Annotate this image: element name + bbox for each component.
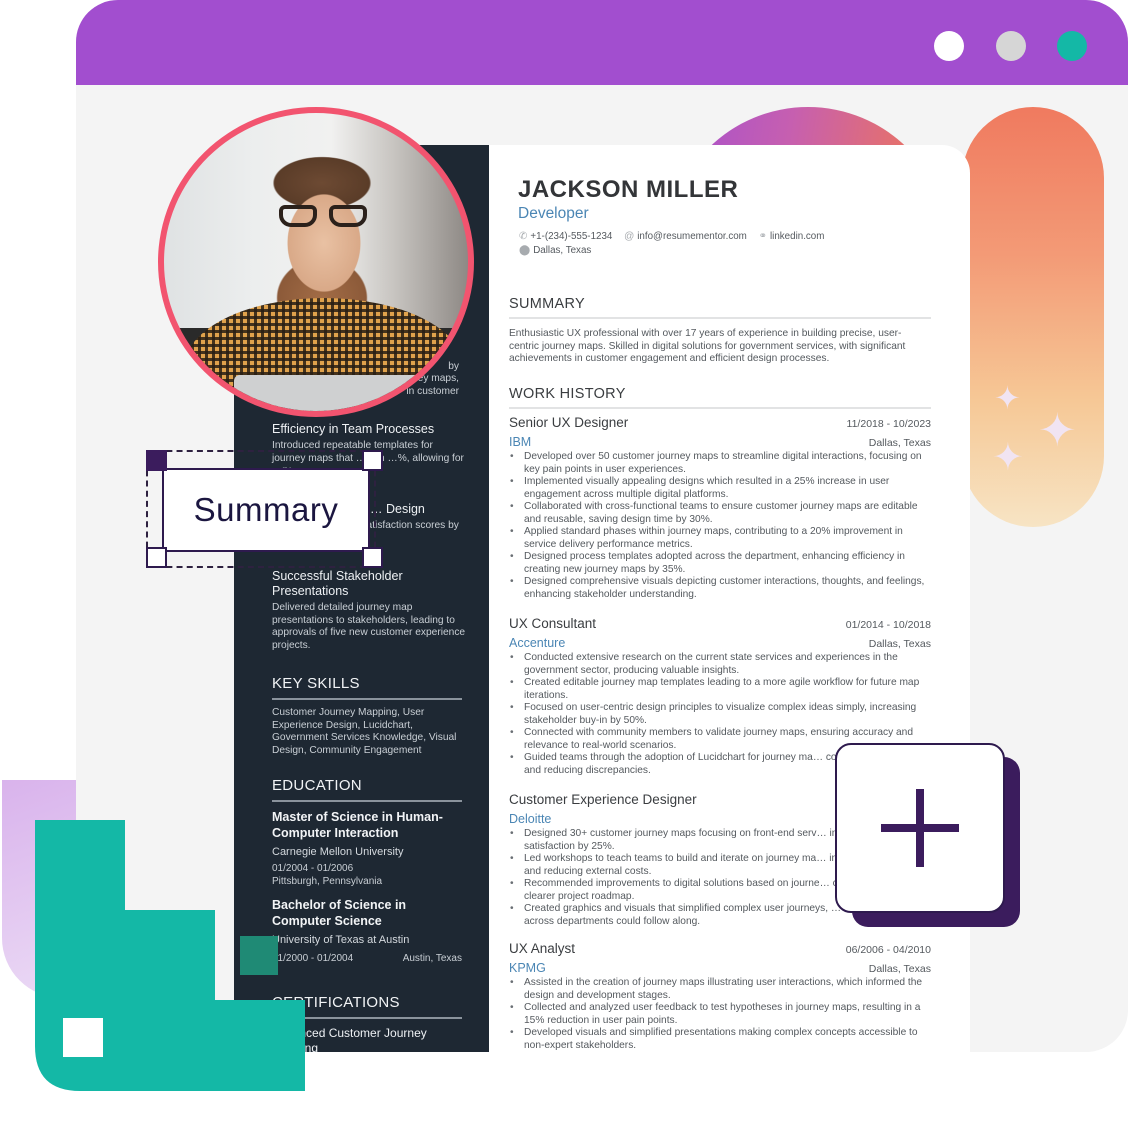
job-location: Dallas, Texas (868, 437, 931, 449)
map-pin-icon: ⬤ (519, 245, 531, 256)
candidate-role: Developer (518, 205, 589, 222)
resize-handle-top-right[interactable] (362, 450, 383, 471)
job-location: Dallas, Texas (868, 638, 931, 650)
job-bullet: Assisted in the creation of journey maps… (510, 977, 931, 1002)
section-heading: SUMMARY (509, 296, 931, 319)
job-bullet: Collaborated with cross-functional teams… (510, 501, 931, 526)
contact-location: Dallas, Texas (533, 245, 592, 256)
job-bullets: Assisted in the creation of journey maps… (509, 977, 931, 1052)
resize-handle-bottom-right[interactable] (362, 547, 383, 568)
company-name: Accenture (509, 636, 566, 650)
job-entry: UX Analyst 06/2006 - 04/2010 KPMG Dallas, T… (509, 941, 931, 1052)
plus-icon (881, 789, 959, 867)
job-bullet: Implemented visually appealing designs w… (510, 476, 931, 501)
sparkle-icon: ✦ (992, 437, 1024, 479)
job-bullet: Designed comprehensive visuals depicting… (510, 576, 931, 601)
window-control-white-dot[interactable] (934, 31, 964, 61)
job-title: UX Analyst (509, 941, 576, 956)
job-title: Senior UX Designer (509, 415, 629, 430)
job-bullet: Collected and analyzed user feedback to … (510, 1002, 931, 1027)
company-name: KPMG (509, 961, 546, 975)
key-skills-section: KEY SKILLS Customer Journey Mapping, Use… (272, 675, 462, 757)
resize-handle-bottom-left[interactable] (146, 547, 167, 568)
window-control-gray-dot[interactable] (996, 31, 1026, 61)
contact-website[interactable]: linkedin.com (770, 231, 824, 242)
job-dates: 11/2018 - 10/2023 (846, 418, 931, 430)
section-tag-label: Summary (193, 491, 339, 528)
key-skills-text: Customer Journey Mapping, User Experienc… (272, 707, 457, 756)
job-bullet: Conducted extensive research on the curr… (510, 652, 931, 677)
job-dates: 06/2006 - 04/2010 (845, 944, 931, 956)
candidate-name: JACKSON MILLER (518, 176, 739, 203)
add-section-button[interactable] (835, 743, 1005, 913)
job-title: UX Consultant (509, 616, 597, 631)
accomplishment-item: Successful Stakeholder Presentations Del… (272, 569, 467, 652)
decorative-teal-square (240, 936, 278, 975)
job-title: Customer Experience Designer (509, 792, 697, 807)
accomplishment-title: Successful Stakeholder Presentations (272, 569, 403, 598)
education-location: Austin, Texas (402, 953, 462, 964)
job-bullet: Developed over 50 customer journey maps … (510, 451, 931, 476)
job-bullet: Focused on user-centric design principle… (510, 702, 931, 727)
job-dates: 01/2014 - 10/2018 (845, 619, 931, 631)
job-bullet: Created editable journey map templates l… (510, 677, 931, 702)
contact-line: ✆ +1-(234)-555-1234 @ info@resumementor.co… (519, 231, 824, 242)
job-bullet: Designed process templates adopted acros… (510, 551, 931, 576)
job-bullet: Applied standard phases within journey m… (510, 526, 931, 551)
summary-text: Enthusiastic UX professional with over 1… (509, 328, 906, 364)
accomplishment-desc: Delivered detailed journey map presentat… (272, 602, 466, 651)
photo-glasses (279, 205, 371, 231)
window-control-teal-dot[interactable] (1057, 31, 1087, 61)
summary-section: SUMMARY Enthusiastic UX professional wit… (509, 296, 931, 366)
job-bullet: Developed visuals and simplified present… (510, 1027, 931, 1052)
contact-email[interactable]: info@resumementor.com (637, 231, 747, 242)
section-heading: WORK HISTORY (509, 386, 931, 409)
company-name: IBM (509, 435, 532, 449)
resize-handle-top-left[interactable] (146, 450, 167, 471)
work-history-section: WORK HISTORY Senior UX Designer 11/2018 -… (509, 386, 931, 1051)
job-location: Dallas, Texas (868, 963, 931, 975)
sparkle-icon: ✦ (994, 380, 1021, 416)
contact-phone: +1-(234)-555-1234 (530, 231, 613, 242)
company-name: Deloitte (509, 812, 552, 826)
section-tag-summary[interactable]: Summary (162, 468, 370, 552)
profile-photo[interactable] (158, 107, 474, 417)
contact-location-line: ⬤ Dallas, Texas (519, 245, 591, 256)
photo-laptop (234, 375, 434, 411)
job-entry: Senior UX Designer 11/2018 - 10/2023 IBM Da… (509, 415, 931, 601)
link-icon: ⚭ (758, 231, 767, 242)
sparkle-icon: ✦ (1038, 404, 1077, 456)
window-header (76, 0, 1128, 85)
phone-icon: ✆ (519, 231, 528, 242)
job-bullets: Developed over 50 customer journey maps … (509, 451, 931, 601)
section-heading: KEY SKILLS (272, 675, 462, 700)
at-icon: @ (624, 231, 635, 242)
section-heading: EDUCATION (272, 777, 462, 802)
accomplishment-title: Efficiency in Team Processes (272, 422, 435, 436)
decorative-gradient-pill: ✦ ✦ ✦ (962, 107, 1104, 527)
